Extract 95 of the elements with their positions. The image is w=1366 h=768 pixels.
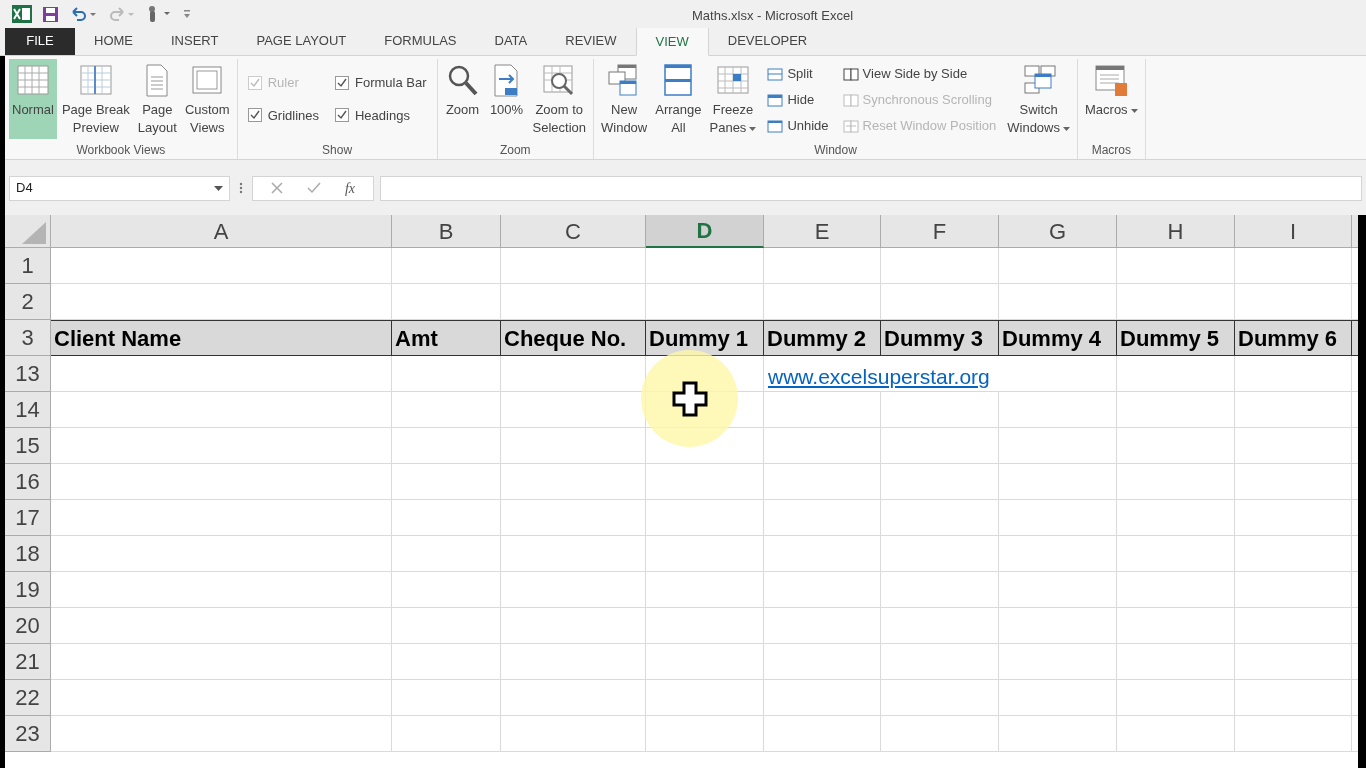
row-header[interactable]: 14	[5, 392, 51, 428]
ribbon-tab[interactable]: DEVELOPER	[708, 27, 827, 55]
ribbon-button[interactable]: Freeze Panes	[706, 59, 760, 139]
select-all-triangle-icon	[22, 222, 46, 244]
row-header[interactable]: 13	[5, 356, 51, 392]
grid-icon	[14, 63, 51, 98]
ribbon-button[interactable]: Page Layout	[134, 59, 180, 139]
column-header[interactable]: C	[501, 215, 646, 248]
cross-cursor-icon	[671, 380, 708, 417]
checkbox-label: Gridlines	[267, 106, 319, 125]
ribbon-button[interactable]: Hide	[767, 89, 829, 111]
ribbon-button[interactable]: Page Break Preview	[58, 59, 133, 139]
row-header[interactable]: 17	[5, 500, 51, 536]
checkbox[interactable]	[247, 108, 262, 123]
column-header[interactable]: F	[881, 215, 999, 248]
row-header[interactable]: 2	[5, 284, 51, 320]
table-cell[interactable]: Dummy 2	[764, 320, 881, 356]
ribbon-tab[interactable]: REVIEW	[546, 27, 636, 55]
group-label: Macros	[1091, 142, 1131, 159]
group-label: Workbook Views	[76, 142, 166, 159]
macro-sheet-icon	[1093, 63, 1130, 98]
checkbox[interactable]	[335, 108, 349, 123]
excel-logo-icon[interactable]	[12, 5, 32, 23]
table-cell[interactable]: Dummy 4	[999, 320, 1117, 356]
ribbon-button[interactable]: Zoom to Selection	[529, 59, 589, 139]
ribbon-button[interactable]: Split	[767, 63, 829, 85]
customize-toolbar-icon[interactable]	[183, 9, 191, 19]
table-cell[interactable]: Dummy 6	[1235, 320, 1352, 356]
column-header[interactable]	[1352, 215, 1358, 248]
window-icon	[767, 92, 784, 108]
checkbox-label: Ruler	[267, 74, 299, 92]
ribbon-tab[interactable]: VIEW	[635, 27, 709, 56]
side-by-side-icon	[842, 118, 859, 134]
group-label: Show	[322, 142, 353, 159]
column-header[interactable]: E	[764, 215, 881, 248]
group-label: Zoom	[499, 142, 531, 159]
formula-input[interactable]	[380, 175, 1362, 201]
side-by-side-icon	[842, 66, 859, 82]
group-label: Window	[814, 142, 857, 159]
ribbon-button[interactable]: View Side by Side	[842, 63, 997, 85]
ribbon-button[interactable]: Arrange All	[652, 59, 705, 139]
insert-function-button[interactable]: fx	[344, 177, 355, 199]
dropdown-caret-icon	[214, 185, 223, 191]
window-title: Maths.xlsx - Microsoft Excel	[692, 7, 854, 25]
page-break-grid-icon	[77, 63, 114, 98]
column-header[interactable]: A	[51, 215, 392, 248]
row-header[interactable]: 15	[5, 428, 51, 464]
checkbox-label: Headings	[355, 106, 410, 125]
save-icon[interactable]	[42, 5, 59, 23]
ribbon-tab[interactable]: PAGE LAYOUT	[237, 27, 366, 55]
row-header[interactable]: 1	[5, 248, 51, 284]
ribbon-tab[interactable]: HOME	[75, 27, 152, 55]
row-header[interactable]: 22	[5, 680, 51, 716]
table-cell[interactable]: Dummy 5	[1117, 320, 1235, 356]
ribbon-button[interactable]: Macros	[1082, 59, 1141, 139]
ribbon-tab[interactable]: FORMULAS	[365, 27, 476, 55]
ribbon-tab[interactable]: DATA	[475, 27, 547, 55]
column-header[interactable]: G	[999, 215, 1117, 248]
checkmark-icon[interactable]	[306, 182, 321, 194]
column-header[interactable]: H	[1117, 215, 1235, 248]
column-header[interactable]: D	[646, 215, 764, 248]
redo-icon[interactable]	[107, 6, 135, 22]
hyperlink[interactable]: www.excelsuperstar.org	[764, 356, 1117, 392]
ribbon-button[interactable]: Normal	[9, 59, 57, 139]
ribbon-button[interactable]: Unhide	[767, 115, 829, 137]
row-header[interactable]: 23	[5, 716, 51, 752]
row-header[interactable]: 19	[5, 572, 51, 608]
window-icon	[767, 118, 784, 134]
ribbon-button[interactable]: New Window	[598, 59, 651, 139]
ribbon-tab[interactable]: INSERT	[152, 27, 238, 55]
ribbon-tab[interactable]: FILE	[5, 27, 75, 55]
ribbon-button[interactable]: Zoom	[441, 59, 484, 139]
row-header[interactable]: 20	[5, 608, 51, 644]
name-box[interactable]: D4	[9, 175, 230, 201]
column-header[interactable]: I	[1235, 215, 1352, 248]
checkbox[interactable]	[335, 75, 349, 90]
column-header[interactable]: B	[392, 215, 501, 248]
side-by-side-icon	[842, 92, 859, 108]
select-all-button[interactable]	[5, 215, 51, 248]
split-window-icon	[767, 66, 784, 82]
cancel-icon[interactable]	[270, 182, 283, 194]
table-cell[interactable]: Client Name	[51, 320, 392, 356]
table-cell[interactable]: Cheque No.	[501, 320, 646, 356]
table-cell[interactable]: Amt	[392, 320, 501, 356]
table-cell[interactable]: Dummy 3	[881, 320, 999, 356]
ribbon-button[interactable]: Custom Views	[181, 59, 233, 139]
checkbox-label: Formula Bar	[355, 74, 427, 92]
row-header[interactable]: 21	[5, 644, 51, 680]
row-header[interactable]: 18	[5, 536, 51, 572]
row-header[interactable]: 3	[5, 320, 51, 356]
table-cell[interactable]: Dummy 1	[646, 320, 764, 356]
ribbon-button[interactable]: 100%	[485, 59, 528, 139]
ribbon-button[interactable]: Switch Windows	[1004, 59, 1073, 139]
row-header[interactable]: 16	[5, 464, 51, 500]
undo-icon[interactable]	[69, 6, 97, 22]
